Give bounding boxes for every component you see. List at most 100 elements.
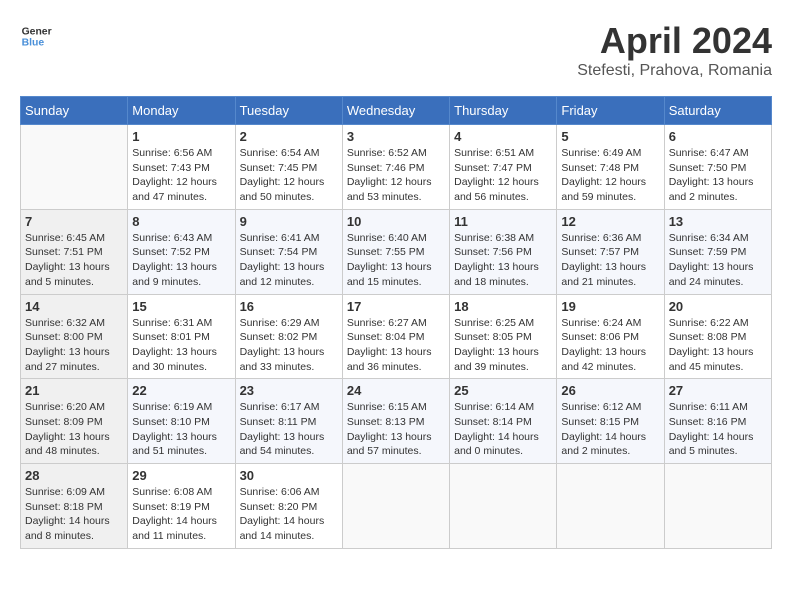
calendar-cell: 19 Sunrise: 6:24 AM Sunset: 8:06 PM Dayli… xyxy=(557,294,664,379)
day-info: Sunrise: 6:49 AM Sunset: 7:48 PM Dayligh… xyxy=(561,146,659,205)
weekday-saturday: Saturday xyxy=(664,97,771,125)
calendar-week-5: 28Sunrise: 6:09 AM Sunset: 8:18 PM Dayli… xyxy=(21,464,772,549)
day-number: 24 xyxy=(347,383,445,398)
day-number: 15 xyxy=(132,299,230,314)
calendar-cell: 18 Sunrise: 6:25 AM Sunset: 8:05 PM Dayli… xyxy=(450,294,557,379)
calendar-cell xyxy=(557,464,664,549)
calendar-cell: 30Sunrise: 6:06 AM Sunset: 8:20 PM Dayli… xyxy=(235,464,342,549)
calendar-cell: 13 Sunrise: 6:34 AM Sunset: 7:59 PM Dayli… xyxy=(664,209,771,294)
calendar-cell: 20 Sunrise: 6:22 AM Sunset: 8:08 PM Dayli… xyxy=(664,294,771,379)
calendar-cell: 16 Sunrise: 6:29 AM Sunset: 8:02 PM Dayli… xyxy=(235,294,342,379)
day-number: 29 xyxy=(132,468,230,483)
day-number: 13 xyxy=(669,214,767,229)
calendar-cell: 27 Sunrise: 6:11 AM Sunset: 8:16 PM Dayli… xyxy=(664,379,771,464)
svg-text:General: General xyxy=(22,26,52,37)
day-info: Sunrise: 6:22 AM Sunset: 8:08 PM Dayligh… xyxy=(669,316,767,375)
calendar-week-4: 21 Sunrise: 6:20 AM Sunset: 8:09 PM Dayli… xyxy=(21,379,772,464)
weekday-tuesday: Tuesday xyxy=(235,97,342,125)
page-header: General Blue April 2024 Stefesti, Prahov… xyxy=(20,20,772,80)
calendar-cell: 22 Sunrise: 6:19 AM Sunset: 8:10 PM Dayli… xyxy=(128,379,235,464)
day-info: Sunrise: 6:31 AM Sunset: 8:01 PM Dayligh… xyxy=(132,316,230,375)
calendar-cell xyxy=(342,464,449,549)
day-number: 14 xyxy=(25,299,123,314)
day-info: Sunrise: 6:20 AM Sunset: 8:09 PM Dayligh… xyxy=(25,400,123,459)
day-info: Sunrise: 6:43 AM Sunset: 7:52 PM Dayligh… xyxy=(132,231,230,290)
day-info: Sunrise: 6:38 AM Sunset: 7:56 PM Dayligh… xyxy=(454,231,552,290)
calendar-cell: 17 Sunrise: 6:27 AM Sunset: 8:04 PM Dayli… xyxy=(342,294,449,379)
day-info: Sunrise: 6:11 AM Sunset: 8:16 PM Dayligh… xyxy=(669,400,767,459)
day-info: Sunrise: 6:06 AM Sunset: 8:20 PM Dayligh… xyxy=(240,485,338,544)
day-number: 17 xyxy=(347,299,445,314)
day-number: 12 xyxy=(561,214,659,229)
calendar-cell: 5 Sunrise: 6:49 AM Sunset: 7:48 PM Daylig… xyxy=(557,125,664,210)
day-info: Sunrise: 6:08 AM Sunset: 8:19 PM Dayligh… xyxy=(132,485,230,544)
day-number: 2 xyxy=(240,129,338,144)
day-info: Sunrise: 6:56 AM Sunset: 7:43 PM Dayligh… xyxy=(132,146,230,205)
day-number: 7 xyxy=(25,214,123,229)
calendar-table: SundayMondayTuesdayWednesdayThursdayFrid… xyxy=(20,96,772,549)
calendar-cell: 8 Sunrise: 6:43 AM Sunset: 7:52 PM Daylig… xyxy=(128,209,235,294)
calendar-cell: 1 Sunrise: 6:56 AM Sunset: 7:43 PM Daylig… xyxy=(128,125,235,210)
calendar-cell: 25 Sunrise: 6:14 AM Sunset: 8:14 PM Dayli… xyxy=(450,379,557,464)
weekday-header-row: SundayMondayTuesdayWednesdayThursdayFrid… xyxy=(21,97,772,125)
day-number: 8 xyxy=(132,214,230,229)
day-number: 9 xyxy=(240,214,338,229)
day-info: Sunrise: 6:34 AM Sunset: 7:59 PM Dayligh… xyxy=(669,231,767,290)
calendar-cell: 3Sunrise: 6:52 AM Sunset: 7:46 PM Daylig… xyxy=(342,125,449,210)
day-info: Sunrise: 6:29 AM Sunset: 8:02 PM Dayligh… xyxy=(240,316,338,375)
day-number: 5 xyxy=(561,129,659,144)
day-info: Sunrise: 6:40 AM Sunset: 7:55 PM Dayligh… xyxy=(347,231,445,290)
weekday-sunday: Sunday xyxy=(21,97,128,125)
calendar-cell: 10 Sunrise: 6:40 AM Sunset: 7:55 PM Dayli… xyxy=(342,209,449,294)
calendar-cell xyxy=(450,464,557,549)
day-info: Sunrise: 6:12 AM Sunset: 8:15 PM Dayligh… xyxy=(561,400,659,459)
day-number: 3 xyxy=(347,129,445,144)
calendar-cell: 2 Sunrise: 6:54 AM Sunset: 7:45 PM Daylig… xyxy=(235,125,342,210)
calendar-cell: 14Sunrise: 6:32 AM Sunset: 8:00 PM Dayli… xyxy=(21,294,128,379)
day-info: Sunrise: 6:19 AM Sunset: 8:10 PM Dayligh… xyxy=(132,400,230,459)
day-info: Sunrise: 6:45 AM Sunset: 7:51 PM Dayligh… xyxy=(25,231,123,290)
month-title: April 2024 xyxy=(577,20,772,62)
calendar-cell: 12Sunrise: 6:36 AM Sunset: 7:57 PM Dayli… xyxy=(557,209,664,294)
day-number: 4 xyxy=(454,129,552,144)
weekday-monday: Monday xyxy=(128,97,235,125)
logo: General Blue xyxy=(20,20,52,52)
day-number: 11 xyxy=(454,214,552,229)
day-number: 18 xyxy=(454,299,552,314)
day-info: Sunrise: 6:15 AM Sunset: 8:13 PM Dayligh… xyxy=(347,400,445,459)
calendar-week-2: 7 Sunrise: 6:45 AM Sunset: 7:51 PM Daylig… xyxy=(21,209,772,294)
calendar-cell: 15 Sunrise: 6:31 AM Sunset: 8:01 PM Dayli… xyxy=(128,294,235,379)
weekday-friday: Friday xyxy=(557,97,664,125)
day-number: 1 xyxy=(132,129,230,144)
day-info: Sunrise: 6:24 AM Sunset: 8:06 PM Dayligh… xyxy=(561,316,659,375)
calendar-cell: 29 Sunrise: 6:08 AM Sunset: 8:19 PM Dayli… xyxy=(128,464,235,549)
day-number: 20 xyxy=(669,299,767,314)
day-number: 21 xyxy=(25,383,123,398)
day-info: Sunrise: 6:17 AM Sunset: 8:11 PM Dayligh… xyxy=(240,400,338,459)
calendar-cell: 23Sunrise: 6:17 AM Sunset: 8:11 PM Dayli… xyxy=(235,379,342,464)
location-subtitle: Stefesti, Prahova, Romania xyxy=(577,62,772,80)
day-number: 27 xyxy=(669,383,767,398)
day-info: Sunrise: 6:51 AM Sunset: 7:47 PM Dayligh… xyxy=(454,146,552,205)
calendar-cell xyxy=(664,464,771,549)
calendar-cell: 6Sunrise: 6:47 AM Sunset: 7:50 PM Daylig… xyxy=(664,125,771,210)
day-info: Sunrise: 6:14 AM Sunset: 8:14 PM Dayligh… xyxy=(454,400,552,459)
day-info: Sunrise: 6:25 AM Sunset: 8:05 PM Dayligh… xyxy=(454,316,552,375)
day-info: Sunrise: 6:27 AM Sunset: 8:04 PM Dayligh… xyxy=(347,316,445,375)
day-number: 22 xyxy=(132,383,230,398)
day-number: 19 xyxy=(561,299,659,314)
day-info: Sunrise: 6:09 AM Sunset: 8:18 PM Dayligh… xyxy=(25,485,123,544)
day-info: Sunrise: 6:41 AM Sunset: 7:54 PM Dayligh… xyxy=(240,231,338,290)
day-number: 10 xyxy=(347,214,445,229)
calendar-week-3: 14Sunrise: 6:32 AM Sunset: 8:00 PM Dayli… xyxy=(21,294,772,379)
day-number: 16 xyxy=(240,299,338,314)
title-area: April 2024 Stefesti, Prahova, Romania xyxy=(577,20,772,80)
svg-text:Blue: Blue xyxy=(22,38,45,49)
calendar-cell: 7 Sunrise: 6:45 AM Sunset: 7:51 PM Daylig… xyxy=(21,209,128,294)
calendar-cell: 24 Sunrise: 6:15 AM Sunset: 8:13 PM Dayli… xyxy=(342,379,449,464)
calendar-cell xyxy=(21,125,128,210)
day-number: 25 xyxy=(454,383,552,398)
calendar-cell: 21 Sunrise: 6:20 AM Sunset: 8:09 PM Dayli… xyxy=(21,379,128,464)
day-info: Sunrise: 6:54 AM Sunset: 7:45 PM Dayligh… xyxy=(240,146,338,205)
calendar-cell: 11 Sunrise: 6:38 AM Sunset: 7:56 PM Dayli… xyxy=(450,209,557,294)
